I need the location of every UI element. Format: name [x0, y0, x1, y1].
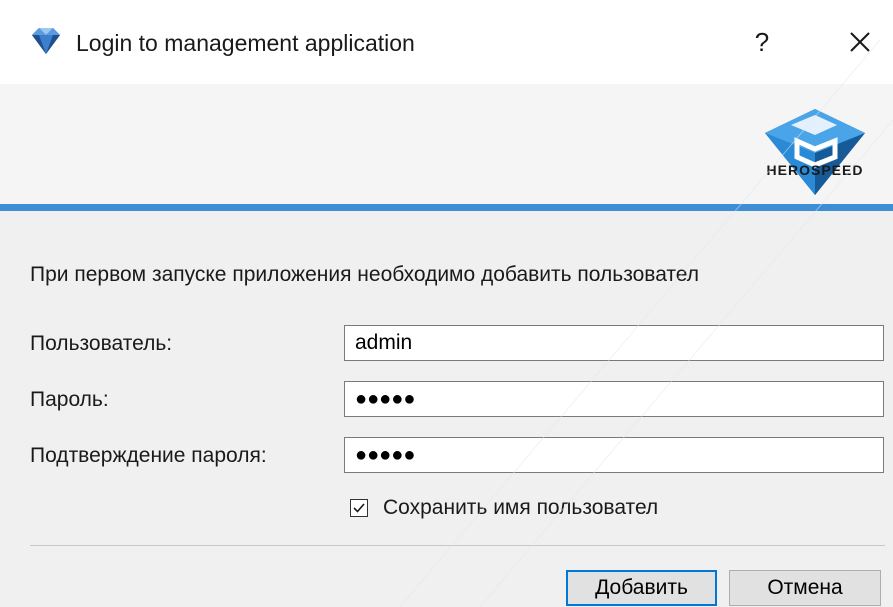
remember-username-checkbox[interactable] [350, 499, 368, 517]
checkmark-icon [353, 503, 365, 513]
close-icon[interactable] [838, 20, 882, 64]
username-input[interactable] [344, 325, 884, 361]
add-button[interactable]: Добавить [566, 570, 717, 606]
cancel-button[interactable]: Отмена [729, 570, 881, 606]
diamond-gem-icon [32, 28, 60, 54]
confirm-password-label: Подтверждение пароля: [30, 444, 267, 467]
login-dialog: Login to management application ? HEROSP… [0, 0, 893, 607]
remember-username-label: Сохранить имя пользовател [383, 496, 659, 519]
password-input[interactable] [344, 381, 884, 417]
title-bar: Login to management application ? [0, 0, 893, 84]
window-title: Login to management application [76, 30, 415, 56]
logo-text: HEROSPEED [767, 162, 864, 178]
banner-accent-line [0, 204, 893, 211]
intro-message: При первом запуске приложения необходимо… [30, 263, 700, 286]
confirm-password-input[interactable] [344, 437, 884, 473]
herospeed-logo-icon: HEROSPEED [765, 109, 865, 195]
username-label: Пользователь: [30, 332, 173, 355]
separator [30, 545, 885, 546]
help-button[interactable]: ? [740, 20, 784, 64]
password-label: Пароль: [30, 388, 109, 411]
